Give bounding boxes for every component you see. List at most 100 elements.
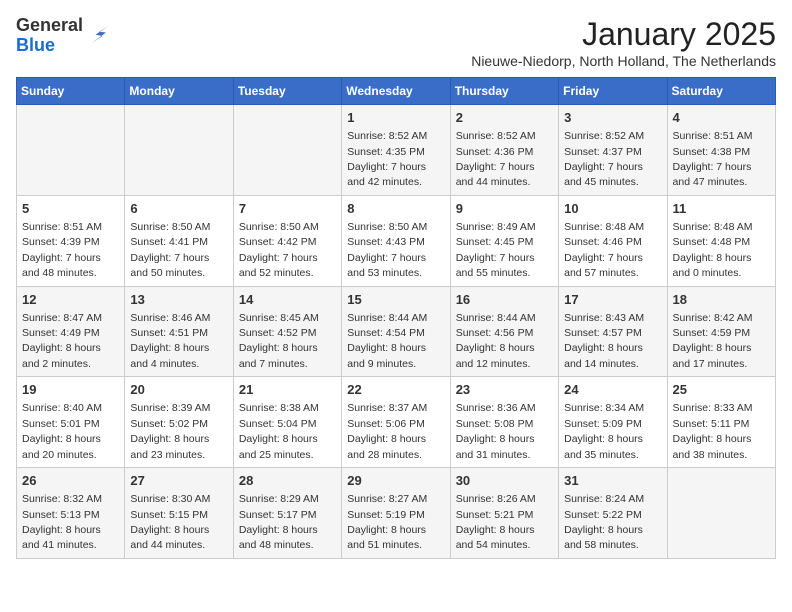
calendar-week-5: 26 Sunrise: 8:32 AM Sunset: 5:13 PM Dayli… [17, 468, 776, 559]
calendar-cell: 11 Sunrise: 8:48 AM Sunset: 4:48 PM Dayli… [667, 195, 775, 286]
calendar-cell: 2 Sunrise: 8:52 AM Sunset: 4:36 PM Daylig… [450, 105, 558, 196]
day-number: 12 [22, 291, 119, 309]
day-info: Sunrise: 8:34 AM Sunset: 5:09 PM Dayligh… [564, 402, 644, 460]
logo: General Blue [16, 16, 113, 56]
calendar-cell: 5Sunrise: 8:51 AM Sunset: 4:39 PM Daylig… [17, 195, 125, 286]
weekday-header-row: SundayMondayTuesdayWednesdayThursdayFrid… [17, 78, 776, 105]
day-number: 18 [673, 291, 770, 309]
day-info: Sunrise: 8:39 AM Sunset: 5:02 PM Dayligh… [130, 402, 210, 460]
calendar-cell: 10Sunrise: 8:48 AM Sunset: 4:46 PM Dayli… [559, 195, 667, 286]
day-info: Sunrise: 8:27 AM Sunset: 5:19 PM Dayligh… [347, 493, 427, 551]
weekday-header-sunday: Sunday [17, 78, 125, 105]
day-info: Sunrise: 8:50 AM Sunset: 4:41 PM Dayligh… [130, 221, 210, 279]
day-number: 22 [347, 381, 444, 399]
calendar-cell: 20 Sunrise: 8:39 AM Sunset: 5:02 PM Dayli… [125, 377, 233, 468]
calendar-cell: 26 Sunrise: 8:32 AM Sunset: 5:13 PM Dayli… [17, 468, 125, 559]
day-info: Sunrise: 8:44 AM Sunset: 4:54 PM Dayligh… [347, 312, 427, 370]
page-header: General Blue January 2025 Nieuwe-Niedorp… [16, 16, 776, 69]
day-number: 3 [564, 109, 661, 127]
calendar-cell: 15 Sunrise: 8:44 AM Sunset: 4:54 PM Dayli… [342, 286, 450, 377]
day-number: 8 [347, 200, 444, 218]
logo-bird-icon [85, 22, 113, 50]
day-info: Sunrise: 8:32 AM Sunset: 5:13 PM Dayligh… [22, 493, 102, 551]
day-info: Sunrise: 8:52 AM Sunset: 4:37 PM Dayligh… [564, 130, 644, 188]
calendar-cell [233, 105, 341, 196]
day-number: 31 [564, 472, 661, 490]
calendar-cell [17, 105, 125, 196]
day-info: Sunrise: 8:52 AM Sunset: 4:35 PM Dayligh… [347, 130, 427, 188]
weekday-header-friday: Friday [559, 78, 667, 105]
calendar-cell: 13Sunrise: 8:46 AM Sunset: 4:51 PM Dayli… [125, 286, 233, 377]
day-number: 10 [564, 200, 661, 218]
calendar-cell: 21 Sunrise: 8:38 AM Sunset: 5:04 PM Dayli… [233, 377, 341, 468]
day-info: Sunrise: 8:51 AM Sunset: 4:39 PM Dayligh… [22, 221, 102, 279]
day-info: Sunrise: 8:40 AM Sunset: 5:01 PM Dayligh… [22, 402, 102, 460]
calendar-cell: 30Sunrise: 8:26 AM Sunset: 5:21 PM Dayli… [450, 468, 558, 559]
calendar-cell: 14Sunrise: 8:45 AM Sunset: 4:52 PM Dayli… [233, 286, 341, 377]
day-number: 21 [239, 381, 336, 399]
day-number: 28 [239, 472, 336, 490]
logo-text: General Blue [16, 16, 83, 56]
weekday-header-monday: Monday [125, 78, 233, 105]
day-info: Sunrise: 8:47 AM Sunset: 4:49 PM Dayligh… [22, 312, 102, 370]
calendar-cell: 25 Sunrise: 8:33 AM Sunset: 5:11 PM Dayli… [667, 377, 775, 468]
title-block: January 2025 Nieuwe-Niedorp, North Holla… [471, 16, 776, 69]
day-number: 20 [130, 381, 227, 399]
calendar-cell: 17 Sunrise: 8:43 AM Sunset: 4:57 PM Dayli… [559, 286, 667, 377]
day-info: Sunrise: 8:44 AM Sunset: 4:56 PM Dayligh… [456, 312, 536, 370]
day-info: Sunrise: 8:30 AM Sunset: 5:15 PM Dayligh… [130, 493, 210, 551]
calendar-week-3: 12 Sunrise: 8:47 AM Sunset: 4:49 PM Dayli… [17, 286, 776, 377]
calendar-week-2: 5Sunrise: 8:51 AM Sunset: 4:39 PM Daylig… [17, 195, 776, 286]
day-number: 26 [22, 472, 119, 490]
weekday-header-thursday: Thursday [450, 78, 558, 105]
calendar-cell: 22 Sunrise: 8:37 AM Sunset: 5:06 PM Dayli… [342, 377, 450, 468]
day-info: Sunrise: 8:26 AM Sunset: 5:21 PM Dayligh… [456, 493, 536, 551]
day-info: Sunrise: 8:36 AM Sunset: 5:08 PM Dayligh… [456, 402, 536, 460]
calendar-cell: 12 Sunrise: 8:47 AM Sunset: 4:49 PM Dayli… [17, 286, 125, 377]
day-number: 25 [673, 381, 770, 399]
day-info: Sunrise: 8:33 AM Sunset: 5:11 PM Dayligh… [673, 402, 753, 460]
calendar-cell: 9 Sunrise: 8:49 AM Sunset: 4:45 PM Daylig… [450, 195, 558, 286]
calendar-cell: 18Sunrise: 8:42 AM Sunset: 4:59 PM Dayli… [667, 286, 775, 377]
location-subtitle: Nieuwe-Niedorp, North Holland, The Nethe… [471, 53, 776, 69]
calendar-cell: 8 Sunrise: 8:50 AM Sunset: 4:43 PM Daylig… [342, 195, 450, 286]
day-number: 6 [130, 200, 227, 218]
day-number: 14 [239, 291, 336, 309]
day-number: 11 [673, 200, 770, 218]
day-number: 27 [130, 472, 227, 490]
day-info: Sunrise: 8:43 AM Sunset: 4:57 PM Dayligh… [564, 312, 644, 370]
weekday-header-tuesday: Tuesday [233, 78, 341, 105]
day-number: 15 [347, 291, 444, 309]
calendar-cell: 24 Sunrise: 8:34 AM Sunset: 5:09 PM Dayli… [559, 377, 667, 468]
day-number: 17 [564, 291, 661, 309]
calendar-cell: 7 Sunrise: 8:50 AM Sunset: 4:42 PM Daylig… [233, 195, 341, 286]
calendar-cell [667, 468, 775, 559]
calendar-week-1: 1Sunrise: 8:52 AM Sunset: 4:35 PM Daylig… [17, 105, 776, 196]
day-number: 24 [564, 381, 661, 399]
calendar-cell: 28 Sunrise: 8:29 AM Sunset: 5:17 PM Dayli… [233, 468, 341, 559]
logo-general: General [16, 16, 83, 36]
calendar-cell: 27 Sunrise: 8:30 AM Sunset: 5:15 PM Dayli… [125, 468, 233, 559]
day-info: Sunrise: 8:38 AM Sunset: 5:04 PM Dayligh… [239, 402, 319, 460]
day-number: 4 [673, 109, 770, 127]
day-info: Sunrise: 8:52 AM Sunset: 4:36 PM Dayligh… [456, 130, 536, 188]
day-info: Sunrise: 8:49 AM Sunset: 4:45 PM Dayligh… [456, 221, 536, 279]
calendar-cell: 16 Sunrise: 8:44 AM Sunset: 4:56 PM Dayli… [450, 286, 558, 377]
day-info: Sunrise: 8:37 AM Sunset: 5:06 PM Dayligh… [347, 402, 427, 460]
day-number: 7 [239, 200, 336, 218]
calendar-cell: 4Sunrise: 8:51 AM Sunset: 4:38 PM Daylig… [667, 105, 775, 196]
day-number: 16 [456, 291, 553, 309]
day-number: 23 [456, 381, 553, 399]
calendar-table: SundayMondayTuesdayWednesdayThursdayFrid… [16, 77, 776, 559]
day-number: 9 [456, 200, 553, 218]
day-info: Sunrise: 8:50 AM Sunset: 4:42 PM Dayligh… [239, 221, 319, 279]
calendar-cell: 1Sunrise: 8:52 AM Sunset: 4:35 PM Daylig… [342, 105, 450, 196]
day-info: Sunrise: 8:48 AM Sunset: 4:48 PM Dayligh… [673, 221, 753, 279]
day-info: Sunrise: 8:29 AM Sunset: 5:17 PM Dayligh… [239, 493, 319, 551]
day-info: Sunrise: 8:50 AM Sunset: 4:43 PM Dayligh… [347, 221, 427, 279]
day-number: 2 [456, 109, 553, 127]
calendar-cell: 23 Sunrise: 8:36 AM Sunset: 5:08 PM Dayli… [450, 377, 558, 468]
calendar-cell: 29Sunrise: 8:27 AM Sunset: 5:19 PM Dayli… [342, 468, 450, 559]
calendar-cell: 6 Sunrise: 8:50 AM Sunset: 4:41 PM Daylig… [125, 195, 233, 286]
weekday-header-wednesday: Wednesday [342, 78, 450, 105]
